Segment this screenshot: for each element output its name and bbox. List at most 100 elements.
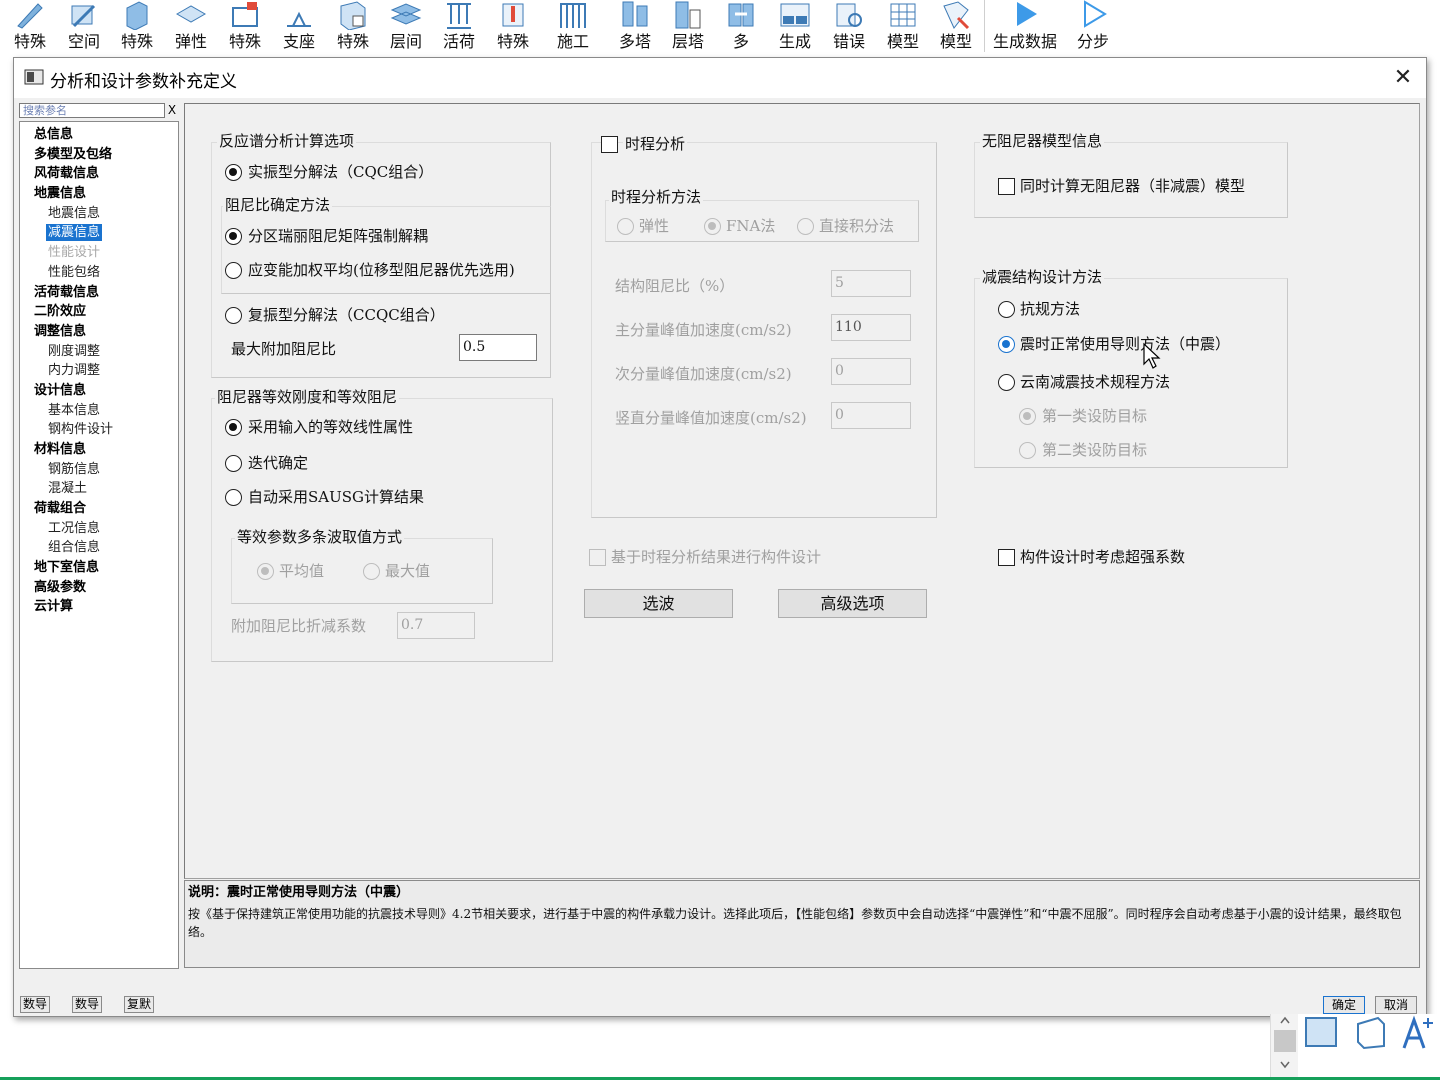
scroll-up-icon[interactable] (1279, 1015, 1291, 1025)
export-params-button[interactable]: 数导 (72, 996, 103, 1013)
overstrength-checkbox[interactable] (998, 549, 1015, 566)
nav-item-seismic[interactable]: 地震信息 (34, 185, 86, 202)
average-radio[interactable] (257, 563, 274, 580)
th-direct-radio[interactable] (797, 218, 814, 235)
nav-item-combo-info[interactable]: 组合信息 (48, 539, 100, 556)
close-button[interactable]: ✕ (1380, 58, 1426, 98)
ok-button[interactable]: 确定 (1323, 996, 1365, 1014)
equiv-input-radio[interactable] (225, 419, 242, 436)
ribbon-button-multi-tower[interactable]: 多塔 (612, 0, 658, 57)
th-elastic-radio[interactable] (617, 218, 634, 235)
class2-target-radio[interactable] (1019, 442, 1036, 459)
maximum-radio[interactable] (363, 563, 380, 580)
vert-accel-input[interactable]: 0 (831, 402, 911, 429)
vertical-scrollbar[interactable] (1270, 1014, 1298, 1080)
ribbon-button-special-2[interactable]: 特殊 (115, 0, 159, 57)
nav-item-cloud[interactable]: 云计算 (34, 598, 73, 615)
ribbon-button-elastic[interactable]: 弹性 (168, 0, 214, 57)
nav-item-multi-model[interactable]: 多模型及包络 (34, 146, 112, 163)
param-search-input[interactable]: 搜索参名 (19, 103, 165, 118)
reduction-input[interactable]: 0.7 (397, 612, 475, 639)
nav-item-steel-member[interactable]: 钢构件设计 (48, 421, 113, 438)
dialog-title: 分析和设计参数补充定义 (50, 72, 237, 92)
struct-damping-input[interactable]: 5 (831, 270, 911, 297)
ribbon-button-floor-tower[interactable]: 层塔 (665, 0, 711, 57)
ribbon-button-live-load[interactable]: 活荷 (436, 0, 482, 57)
sausg-radio[interactable] (225, 489, 242, 506)
nav-item-wind[interactable]: 风荷载信息 (34, 165, 99, 182)
nav-item-load-combo[interactable]: 荷载组合 (34, 500, 86, 517)
nav-item-basic-info[interactable]: 基本信息 (48, 402, 100, 419)
ribbon-button-generate-data[interactable]: 生成数据 (988, 0, 1062, 57)
ribbon-button-special-4[interactable]: 特殊 (330, 0, 376, 57)
select-wave-button[interactable]: 选波 (584, 589, 733, 618)
nav-item-rebar[interactable]: 钢筋信息 (48, 461, 100, 478)
damping-info-panel: 反应谱分析计算选项 实振型分解法（CQC组合） 阻尼比确定方法 分区瑞丽阻尼矩阵… (184, 103, 1420, 879)
struct-damping-label: 结构阻尼比（%） (615, 277, 735, 295)
ribbon-button-construction[interactable]: 施工 (546, 0, 600, 57)
main-accel-input[interactable]: 110 (831, 314, 911, 341)
nav-item-force-adjust[interactable]: 内力调整 (48, 362, 100, 379)
th-design-checkbox[interactable] (589, 549, 606, 566)
ribbon-button-model-1[interactable]: 模型 (880, 0, 926, 57)
nav-item-performance-design[interactable]: 性能设计 (48, 244, 100, 261)
search-clear-button[interactable]: X (166, 102, 178, 118)
ribbon-button-interlayer[interactable]: 层间 (383, 0, 429, 57)
damping-method-group (221, 206, 551, 294)
max-damping-input[interactable]: 0.5 (459, 334, 537, 361)
max-damping-label: 最大附加阻尼比 (231, 340, 337, 358)
ribbon-button-special-1[interactable]: 特殊 (8, 0, 52, 57)
ribbon-button-special-5[interactable]: 特殊 (490, 0, 536, 57)
multi-model-icon (728, 3, 754, 27)
ribbon-button-model-2[interactable]: 模型 (933, 0, 979, 57)
nav-item-advanced[interactable]: 高级参数 (34, 579, 86, 596)
class1-target-radio[interactable] (1019, 408, 1036, 425)
nav-item-live-load[interactable]: 活荷载信息 (34, 284, 99, 301)
text-size-icon[interactable] (1400, 1014, 1438, 1050)
nav-item-basement[interactable]: 地下室信息 (34, 559, 99, 576)
advanced-options-button[interactable]: 高级选项 (778, 589, 927, 618)
sec-accel-input[interactable]: 0 (831, 358, 911, 385)
ribbon-button-multi[interactable]: 多 (718, 0, 764, 57)
elastic-slab-icon (175, 5, 207, 23)
code-method-radio[interactable] (998, 301, 1015, 318)
ribbon-button-support[interactable]: 支座 (276, 0, 322, 57)
cancel-button[interactable]: 取消 (1375, 996, 1417, 1014)
guide-method-radio[interactable] (998, 336, 1015, 353)
no-damper-checkbox[interactable] (998, 178, 1015, 195)
nav-item-damping-info[interactable]: 减震信息 (46, 224, 103, 241)
nav-item-design[interactable]: 设计信息 (34, 382, 86, 399)
reduction-label: 附加阻尼比折减系数 (231, 617, 367, 635)
view-3d-icon[interactable] (1354, 1016, 1388, 1050)
ribbon-button-special-3[interactable]: 特殊 (222, 0, 268, 57)
ribbon-button-step[interactable]: 分步 (1070, 0, 1116, 57)
top-ribbon: 特殊 空间 特殊 弹性 特殊 支座 特殊 层间 活荷 特殊 施工 多塔 层塔 多… (0, 0, 1440, 57)
th-fna-radio[interactable] (704, 218, 721, 235)
yunnan-method-radio[interactable] (998, 374, 1015, 391)
iterative-radio[interactable] (225, 455, 242, 472)
nav-item-performance-envelope[interactable]: 性能包络 (48, 264, 100, 281)
import-params-button[interactable]: 数导 (20, 996, 51, 1013)
nav-item-material[interactable]: 材料信息 (34, 441, 86, 458)
ribbon-button-error[interactable]: 错误 (826, 0, 872, 57)
nav-item-general[interactable]: 总信息 (34, 126, 73, 143)
strain-energy-radio[interactable] (225, 262, 242, 279)
restore-defaults-button[interactable]: 复默 (124, 996, 155, 1013)
nav-item-concrete[interactable]: 混凝土 (48, 480, 87, 497)
nav-item-stiffness-adjust[interactable]: 刚度调整 (48, 343, 100, 360)
nav-item-load-case[interactable]: 工况信息 (48, 520, 100, 537)
nav-item-seismic-info[interactable]: 地震信息 (48, 205, 100, 222)
ribbon-button-generate[interactable]: 生成 (772, 0, 818, 57)
scroll-down-icon[interactable] (1279, 1060, 1291, 1070)
scroll-thumb[interactable] (1274, 1030, 1296, 1052)
dialog-titlebar[interactable]: 分析和设计参数补充定义 ✕ (14, 58, 1426, 98)
ccqc-radio[interactable] (225, 307, 242, 324)
rayleigh-radio[interactable] (225, 228, 242, 245)
nav-item-adjustment[interactable]: 调整信息 (34, 323, 86, 340)
cqc-radio[interactable] (225, 164, 242, 181)
description-box: 说明：震时正常使用导则方法（中震） 按《基于保持建筑正常使用功能的抗震技术导则》… (184, 880, 1420, 968)
nav-item-second-order[interactable]: 二阶效应 (34, 303, 86, 320)
ribbon-button-space[interactable]: 空间 (60, 0, 108, 57)
time-history-checkbox[interactable] (601, 136, 618, 153)
view-panel-icon[interactable] (1304, 1016, 1338, 1050)
